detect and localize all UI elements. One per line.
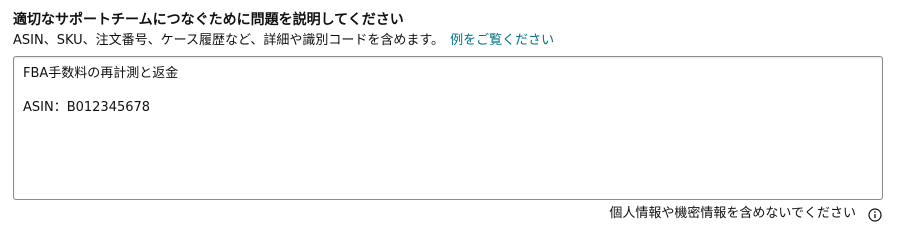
field-label: 適切なサポートチームにつなぐために問題を説明してください <box>13 12 404 28</box>
hint-text: ASIN、SKU、注文番号、ケース履歴など、詳細や識別コードを含めます。 <box>13 33 445 48</box>
description-textarea[interactable]: FBA手数料の再計測と返金 ASIN：B012345678 <box>13 56 883 200</box>
privacy-note: 個人情報や機密情報を含めないでください <box>609 206 856 221</box>
field-hint: ASIN、SKU、注文番号、ケース履歴など、詳細や識別コードを含めます。 例をご覧… <box>13 32 554 50</box>
privacy-note-row: 個人情報や機密情報を含めないでください <box>609 205 882 223</box>
issue-description-form: 適切なサポートチームにつなぐために問題を説明してください ASIN、SKU、注文… <box>13 0 884 233</box>
see-examples-link[interactable]: 例をご覧ください <box>450 33 554 48</box>
info-circle-icon[interactable] <box>868 207 882 222</box>
